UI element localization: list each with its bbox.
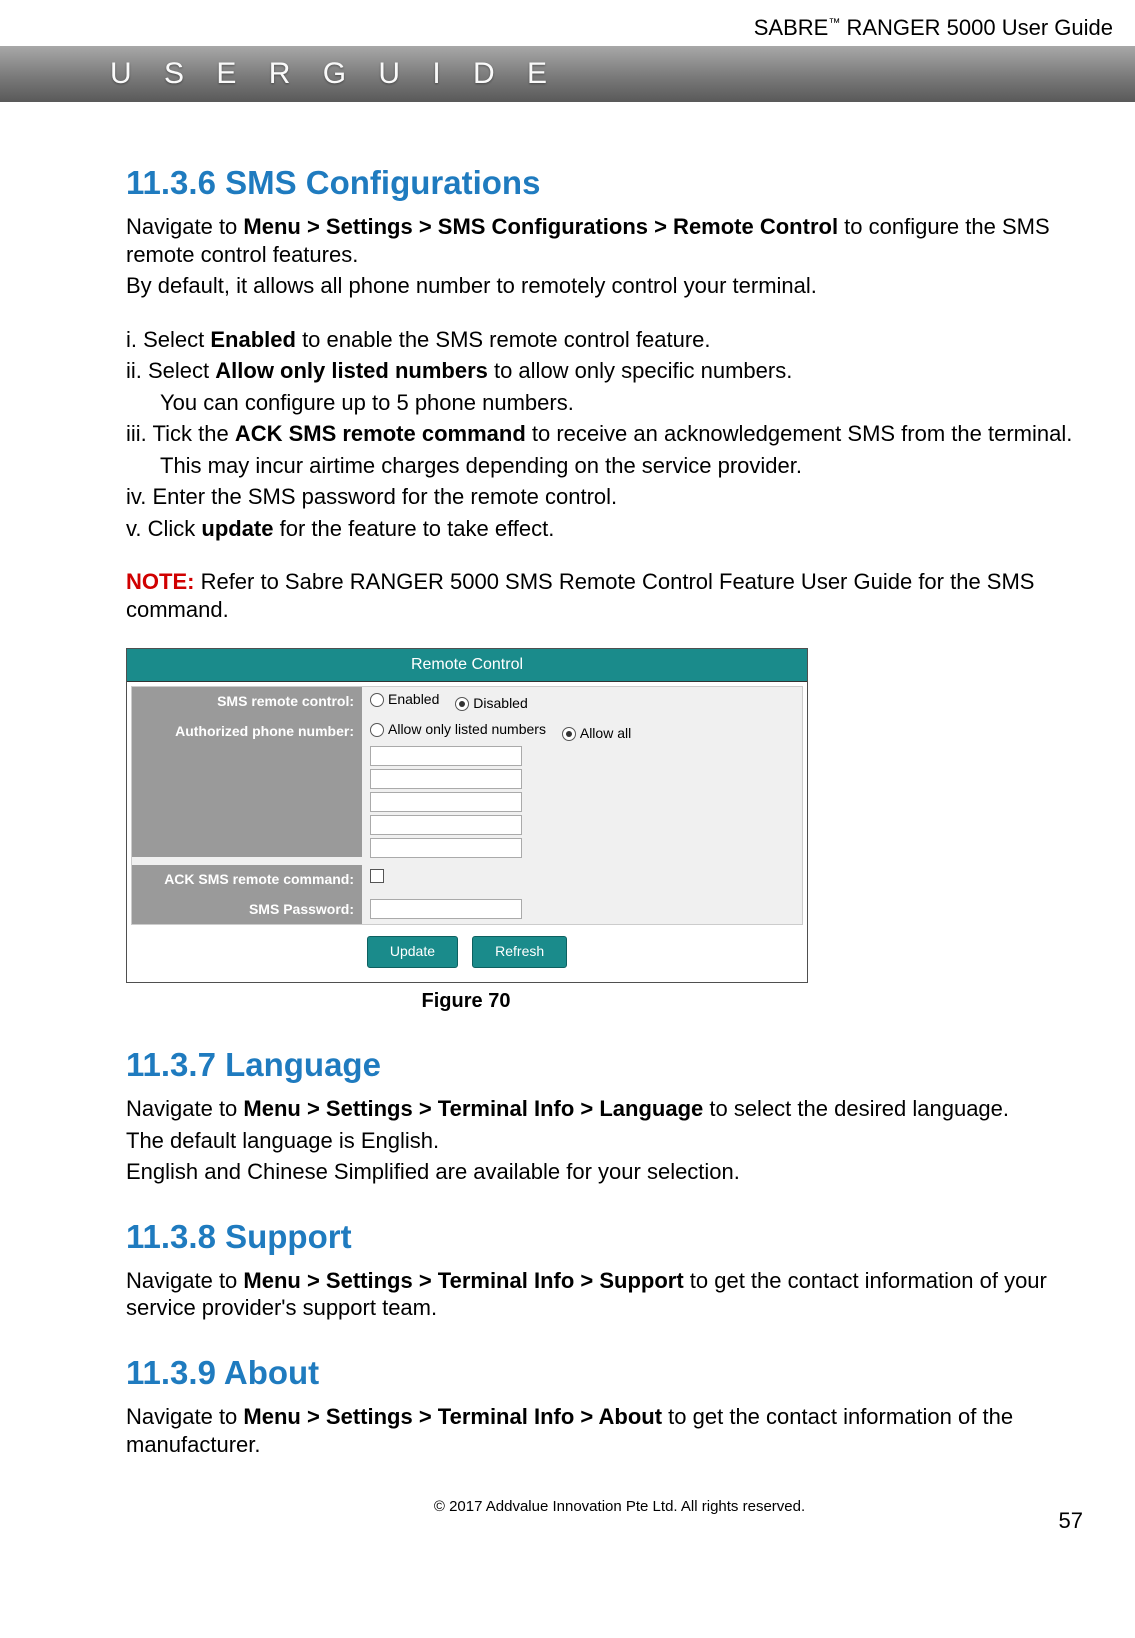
banner-text: U S E R G U I D E [110,57,559,91]
menu-path: Menu > Settings > Terminal Info > Suppor… [243,1268,683,1293]
label-sms-remote: SMS remote control: [132,687,362,717]
paragraph: The default language is English. [126,1127,1113,1155]
heading-support: 11.3.8 Support [126,1216,1113,1257]
text: for the feature to take effect. [274,516,555,541]
button-row: Update Refresh [131,925,803,978]
list-item: iv. Enter the SMS password for the remot… [126,483,1113,511]
phone-input-5[interactable] [370,838,522,858]
model-name: RANGER 5000 User Guide [846,15,1113,40]
list-item: ii. Select Allow only listed numbers to … [126,357,1113,385]
form-row-auth-phone: Authorized phone number: Allow only list… [132,717,802,866]
radio-allow-listed[interactable]: Allow only listed numbers [370,721,546,739]
page-footer: © 2017 Addvalue Innovation Pte Ltd. All … [126,1498,1113,1517]
text: Navigate to [126,1268,243,1293]
radio-label: Enabled [388,691,439,709]
panel-body: SMS remote control: Enabled Disabled Aut… [127,682,807,982]
radio-icon [455,697,469,711]
text: ii. Select [126,358,215,383]
label-ack: ACK SMS remote command: [132,865,362,895]
note-text: Refer to Sabre RANGER 5000 SMS Remote Co… [126,569,1034,622]
figure-caption: Figure 70 [126,989,806,1014]
paragraph: Navigate to Menu > Settings > SMS Config… [126,213,1113,268]
note-paragraph: NOTE: Refer to Sabre RANGER 5000 SMS Rem… [126,568,1113,623]
text: i. Select [126,327,210,352]
control-sms-remote: Enabled Disabled [362,687,802,717]
password-input[interactable] [370,899,522,919]
control-auth-phone: Allow only listed numbers Allow all [362,717,802,866]
phone-input-4[interactable] [370,815,522,835]
product-header: SABRE™ RANGER 5000 User Guide [0,0,1135,46]
phone-input-1[interactable] [370,746,522,766]
paragraph: By default, it allows all phone number t… [126,272,1113,300]
form-row-password: SMS Password: [132,895,802,925]
document-page: SABRE™ RANGER 5000 User Guide U S E R G … [0,0,1135,1567]
term: ACK SMS remote command [235,421,526,446]
text: to select the desired language. [703,1096,1009,1121]
text: to receive an acknowledgement SMS from t… [526,421,1073,446]
list-item-sub: This may incur airtime charges depending… [126,452,1113,480]
heading-language: 11.3.7 Language [126,1044,1113,1085]
figure-70: Remote Control SMS remote control: Enabl… [126,648,1113,1014]
form-row-sms-remote: SMS remote control: Enabled Disabled [132,687,802,717]
radio-icon [370,693,384,707]
menu-path: Menu > Settings > Terminal Info > About [243,1404,662,1429]
term: update [201,516,273,541]
phone-input-3[interactable] [370,792,522,812]
control-ack [362,865,802,892]
user-guide-banner: U S E R G U I D E [0,46,1135,102]
paragraph: English and Chinese Simplified are avail… [126,1158,1113,1186]
radio-allow-all[interactable]: Allow all [562,725,631,743]
text: iii. Tick the [126,421,235,446]
copyright-text: © 2017 Addvalue Innovation Pte Ltd. All … [434,1498,805,1515]
paragraph: Navigate to Menu > Settings > Terminal I… [126,1095,1113,1123]
remote-control-panel: Remote Control SMS remote control: Enabl… [126,648,808,983]
list-item: iii. Tick the ACK SMS remote command to … [126,420,1113,448]
radio-label: Disabled [473,695,527,713]
ack-checkbox[interactable] [370,869,384,883]
menu-path: Menu > Settings > SMS Configurations > R… [243,214,838,239]
form-row-ack: ACK SMS remote command: [132,865,802,895]
control-password [362,895,802,923]
product-name: SABRE [754,15,829,40]
note-label: NOTE: [126,569,194,594]
update-button[interactable]: Update [367,936,458,968]
radio-enabled[interactable]: Enabled [370,691,439,709]
text: Navigate to [126,1096,243,1121]
paragraph: Navigate to Menu > Settings > Terminal I… [126,1267,1113,1322]
page-number: 57 [1059,1507,1083,1535]
label-password: SMS Password: [132,895,362,925]
list-item: v. Click update for the feature to take … [126,515,1113,543]
term: Enabled [210,327,296,352]
text: Navigate to [126,214,243,239]
page-content: 11.3.6 SMS Configurations Navigate to Me… [0,102,1135,1517]
heading-about: 11.3.9 About [126,1352,1113,1393]
refresh-button[interactable]: Refresh [472,936,567,968]
heading-sms-configurations: 11.3.6 SMS Configurations [126,162,1113,203]
list-item: i. Select Enabled to enable the SMS remo… [126,326,1113,354]
radio-disabled[interactable]: Disabled [455,695,527,713]
panel-title: Remote Control [127,649,807,682]
text: to allow only specific numbers. [488,358,792,383]
list-item-sub: You can configure up to 5 phone numbers. [126,389,1113,417]
radio-icon [562,727,576,741]
radio-label: Allow all [580,725,631,743]
radio-icon [370,723,384,737]
term: Allow only listed numbers [215,358,488,383]
paragraph: Navigate to Menu > Settings > Terminal I… [126,1403,1113,1458]
phone-input-2[interactable] [370,769,522,789]
form-area: SMS remote control: Enabled Disabled Aut… [131,686,803,925]
text: Navigate to [126,1404,243,1429]
text: v. Click [126,516,201,541]
radio-label: Allow only listed numbers [388,721,546,739]
text: to enable the SMS remote control feature… [296,327,711,352]
menu-path: Menu > Settings > Terminal Info > Langua… [243,1096,703,1121]
label-auth-phone: Authorized phone number: [132,717,362,857]
trademark: ™ [828,16,840,30]
